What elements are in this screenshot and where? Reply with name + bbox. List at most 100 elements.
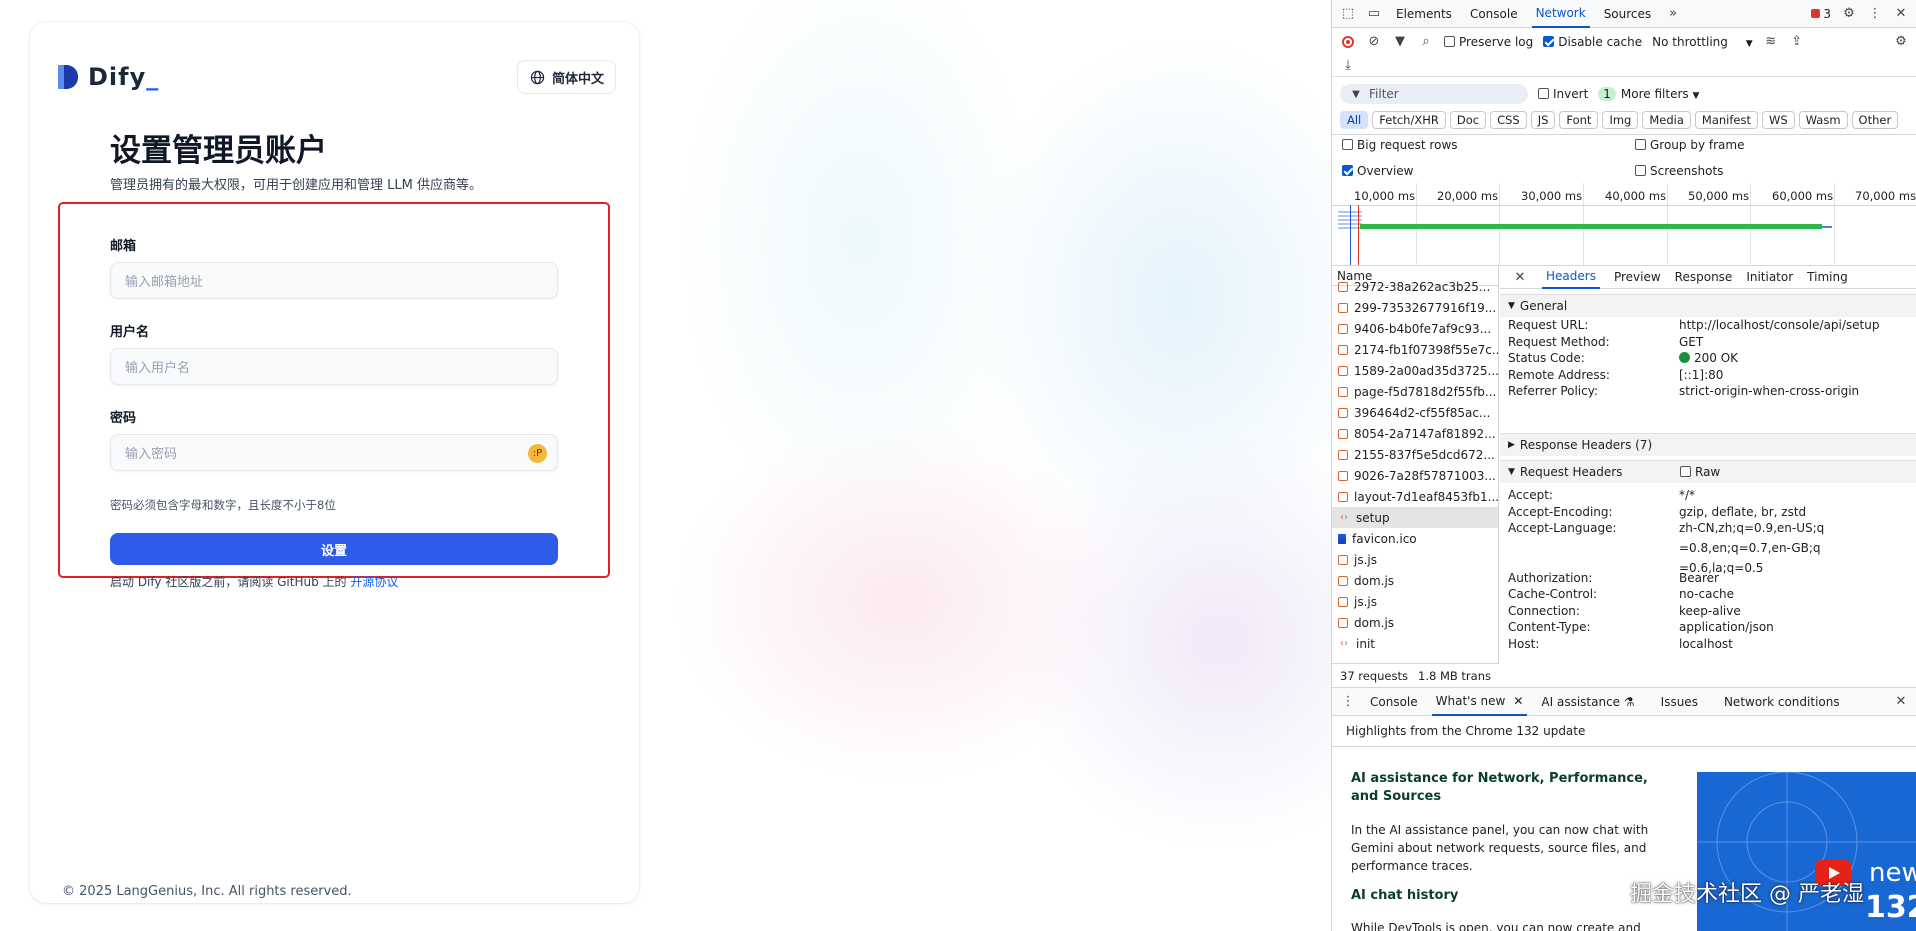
show-password-icon[interactable]: :P: [528, 444, 547, 463]
request-row[interactable]: 299-73532677916f19...: [1332, 297, 1498, 318]
drawer-tab-ai-assistance[interactable]: AI assistance ⚗: [1541, 695, 1634, 709]
request-row[interactable]: 9026-7a28f57871003...: [1332, 465, 1498, 486]
email-input[interactable]: 输入邮箱地址: [110, 262, 558, 299]
response-headers-section[interactable]: ▶ Response Headers (7): [1500, 433, 1916, 456]
close-devtools-icon[interactable]: ✕: [1893, 6, 1909, 22]
big-request-rows-checkbox[interactable]: Big request rows: [1342, 138, 1458, 152]
header-key: Accept-Language:: [1508, 521, 1617, 535]
network-settings-icon[interactable]: ⚙: [1893, 34, 1909, 50]
inspect-element-icon[interactable]: ⬚: [1340, 6, 1356, 22]
password-input[interactable]: 输入密码 :P: [110, 434, 558, 471]
request-name: init: [1356, 636, 1375, 651]
type-filter-manifest[interactable]: Manifest: [1694, 111, 1758, 129]
type-filter-wasm[interactable]: Wasm: [1798, 111, 1848, 129]
throttling-select[interactable]: No throttling ▼: [1652, 35, 1753, 49]
script-file-icon: [1338, 407, 1348, 418]
request-row[interactable]: js.js: [1332, 549, 1498, 570]
news-title-2[interactable]: AI chat history: [1351, 888, 1458, 903]
type-filter-ws[interactable]: WS: [1761, 111, 1795, 129]
search-icon[interactable]: ⌕: [1418, 34, 1434, 50]
more-filters-button[interactable]: 1 More filters ▼: [1598, 87, 1699, 101]
request-headers-section[interactable]: ▼ Request Headers Raw: [1500, 460, 1916, 483]
overview-checkbox[interactable]: Overview: [1342, 164, 1414, 178]
request-row[interactable]: ‹› init: [1332, 633, 1498, 654]
username-input[interactable]: 输入用户名: [110, 348, 558, 385]
app-viewport: Dify_ 简体中文 设置管理员账户 管理员拥有的最大权限，可用于创建应用和管理…: [0, 0, 1331, 931]
kebab-menu-icon[interactable]: ⋮: [1867, 6, 1883, 22]
tab-initiator[interactable]: Initiator: [1746, 270, 1793, 284]
request-name: 2174-fb1f07398f55e7c...: [1354, 342, 1498, 357]
request-row[interactable]: layout-7d1eaf8453fb1...: [1332, 486, 1498, 507]
status-ok-icon: [1679, 352, 1690, 363]
type-filter-img[interactable]: Img: [1602, 111, 1639, 129]
license-link[interactable]: 开源协议: [350, 575, 398, 589]
tab-elements[interactable]: Elements: [1392, 0, 1456, 28]
clear-icon[interactable]: ⊘: [1366, 34, 1382, 50]
request-row[interactable]: dom.js: [1332, 612, 1498, 633]
request-name: 2155-837f5e5dcd672...: [1354, 447, 1495, 462]
tab-sources[interactable]: Sources: [1600, 0, 1655, 28]
request-name: 8054-2a7147af81892...: [1354, 426, 1496, 441]
tab-preview[interactable]: Preview: [1614, 270, 1661, 284]
type-filter-media[interactable]: Media: [1642, 111, 1691, 129]
stop-recording-icon[interactable]: [1340, 34, 1356, 50]
request-row[interactable]: page-f5d7818d2f55fb...: [1332, 381, 1498, 402]
type-filter-other[interactable]: Other: [1851, 111, 1899, 129]
request-row[interactable]: 9406-b4b0fe7af9c93...: [1332, 318, 1498, 339]
group-by-frame-checkbox[interactable]: Group by frame: [1635, 138, 1744, 152]
drawer-tab-issues[interactable]: Issues: [1661, 695, 1698, 709]
tab-network[interactable]: Network: [1531, 0, 1590, 28]
type-filter-all[interactable]: All: [1340, 111, 1369, 129]
screenshots-checkbox[interactable]: Screenshots: [1635, 164, 1723, 178]
device-toolbar-icon[interactable]: ▭: [1366, 6, 1382, 22]
request-row[interactable]: 1589-2a00ad35d3725...: [1332, 360, 1498, 381]
request-row[interactable]: dom.js: [1332, 570, 1498, 591]
request-name: 396464d2-cf55f85ac...: [1354, 405, 1491, 420]
tab-headers[interactable]: Headers: [1542, 266, 1600, 289]
type-filter-fetch[interactable]: Fetch/XHR: [1372, 111, 1446, 129]
network-overview-timeline[interactable]: 10,000 ms 20,000 ms 30,000 ms 40,000 ms …: [1332, 183, 1916, 265]
invert-checkbox[interactable]: Invert: [1538, 87, 1588, 101]
type-filter-doc[interactable]: Doc: [1449, 111, 1487, 129]
more-tabs-icon[interactable]: »: [1665, 6, 1681, 22]
drawer-menu-icon[interactable]: ⋮: [1340, 694, 1356, 710]
request-row[interactable]: 8054-2a7147af81892...: [1332, 423, 1498, 444]
export-har-icon[interactable]: ⤓: [1340, 58, 1356, 74]
type-filter-css[interactable]: CSS: [1490, 111, 1527, 129]
drawer-tab-console[interactable]: Console: [1370, 695, 1418, 709]
language-switcher[interactable]: 简体中文: [517, 60, 617, 94]
request-row[interactable]: 396464d2-cf55f85ac...: [1332, 402, 1498, 423]
request-row[interactable]: js.js: [1332, 591, 1498, 612]
disable-cache-checkbox[interactable]: Disable cache: [1543, 35, 1642, 49]
type-filter-bar: All Fetch/XHR Doc CSS JS Font Img Media …: [1332, 108, 1916, 132]
request-row[interactable]: 2174-fb1f07398f55e7c...: [1332, 339, 1498, 360]
type-filter-js[interactable]: JS: [1530, 111, 1556, 129]
request-row[interactable]: 2972-38a262ac3b25...: [1332, 276, 1498, 297]
tab-timing[interactable]: Timing: [1807, 270, 1848, 284]
news-title[interactable]: AI assistance for Network, Performance, …: [1351, 770, 1651, 806]
raw-checkbox[interactable]: Raw: [1680, 465, 1720, 479]
drawer-tab-network-conditions[interactable]: Network conditions: [1724, 695, 1840, 709]
network-conditions-icon[interactable]: ≋: [1763, 34, 1779, 50]
request-row[interactable]: favicon.ico: [1332, 528, 1498, 549]
header-value[interactable]: localhost: [1679, 634, 1909, 654]
request-name: js.js: [1354, 552, 1377, 567]
type-filter-font[interactable]: Font: [1559, 111, 1599, 129]
header-value[interactable]: strict-origin-when-cross-origin: [1679, 381, 1909, 401]
tab-console[interactable]: Console: [1466, 0, 1522, 28]
request-row[interactable]: 2155-837f5e5dcd672...: [1332, 444, 1498, 465]
preserve-log-checkbox[interactable]: Preserve log: [1444, 35, 1533, 49]
import-har-icon[interactable]: ⇪: [1789, 34, 1805, 50]
tab-response[interactable]: Response: [1675, 270, 1733, 284]
filter-icon[interactable]: ▼: [1392, 34, 1408, 50]
close-details-icon[interactable]: ✕: [1512, 269, 1528, 285]
filter-input[interactable]: ▼ Filter: [1340, 84, 1528, 104]
password-placeholder: 输入密码: [125, 447, 178, 462]
close-drawer-icon[interactable]: ✕: [1893, 694, 1909, 710]
settings-gear-icon[interactable]: ⚙: [1841, 6, 1857, 22]
setup-submit-button[interactable]: 设置: [110, 533, 558, 565]
general-section-header[interactable]: ▼ General: [1500, 294, 1916, 317]
error-counter[interactable]: 3: [1811, 7, 1831, 21]
request-row[interactable]: ‹› setup: [1332, 507, 1498, 528]
drawer-tab-whats-new[interactable]: What's new ✕: [1431, 688, 1528, 716]
